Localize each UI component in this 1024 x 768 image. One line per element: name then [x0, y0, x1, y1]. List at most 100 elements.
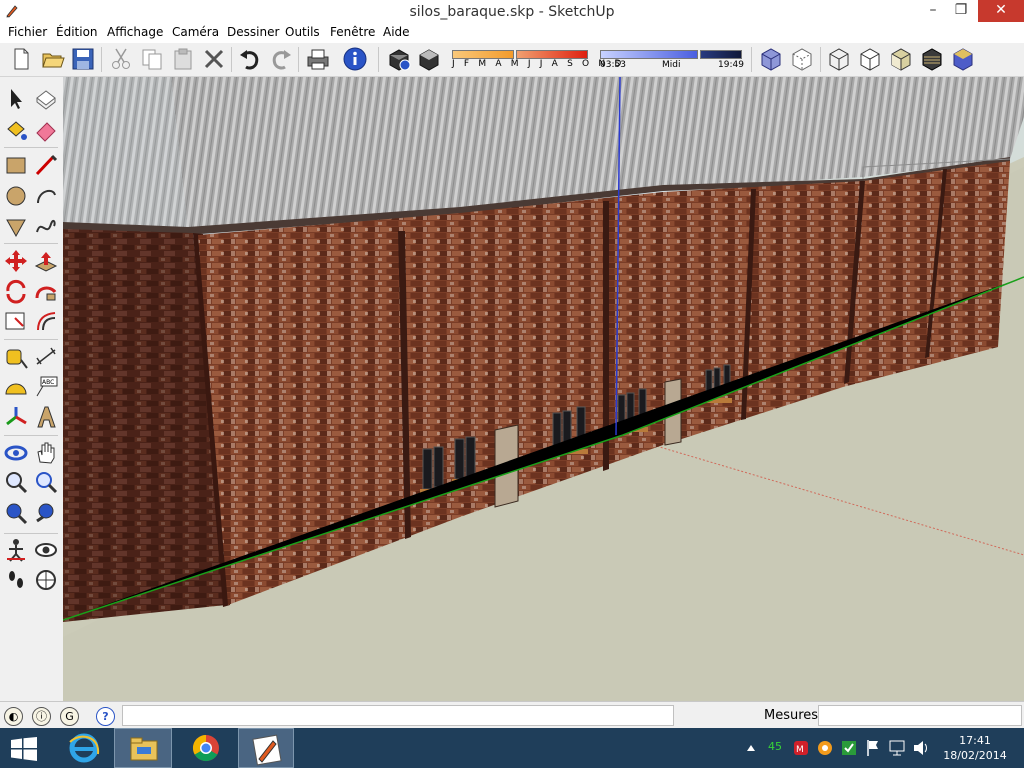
toolbar-separator	[298, 47, 299, 72]
roof-left-slope	[63, 77, 188, 232]
time-slider[interactable]	[600, 50, 698, 59]
shaded-icon[interactable]	[888, 46, 914, 72]
xray-icon[interactable]	[758, 46, 784, 72]
zoom-window-icon[interactable]	[33, 470, 59, 496]
menu-affichage[interactable]: Affichage	[107, 25, 163, 39]
shadow-toggle-icon[interactable]	[416, 46, 442, 72]
axes-icon[interactable]	[3, 404, 29, 430]
undo-icon[interactable]	[237, 46, 263, 72]
menu-fenetre[interactable]: Fenêtre	[330, 25, 375, 39]
menu-edition[interactable]: Édition	[56, 25, 98, 39]
3d-text-icon[interactable]	[33, 404, 59, 430]
action-center-flag-icon[interactable]	[864, 728, 882, 768]
toolbar-separator	[101, 47, 102, 72]
erase-icon[interactable]	[201, 46, 227, 72]
make-component-icon[interactable]	[33, 86, 59, 112]
redo-icon[interactable]	[268, 46, 294, 72]
measurements-input[interactable]	[818, 705, 1022, 726]
update-icon[interactable]	[816, 728, 834, 768]
shadow-settings-icon[interactable]	[386, 46, 412, 72]
sketchup-icon[interactable]	[238, 728, 294, 768]
svg-text:ABC: ABC	[42, 379, 54, 386]
show-hidden-icons[interactable]	[744, 728, 758, 768]
minimize-button[interactable]: –	[918, 0, 948, 22]
volume-icon[interactable]	[912, 728, 930, 768]
offset-icon[interactable]	[33, 308, 59, 334]
circle-icon[interactable]	[3, 183, 29, 209]
windows-start-icon[interactable]	[10, 737, 38, 761]
move-icon[interactable]	[3, 248, 29, 274]
look-around-icon[interactable]	[33, 537, 59, 563]
time-slider-track[interactable]	[700, 50, 742, 59]
section-plane-icon[interactable]	[33, 567, 59, 593]
orbit-icon[interactable]	[3, 440, 29, 466]
polygon-icon[interactable]	[3, 214, 29, 240]
arc-icon[interactable]	[33, 183, 59, 209]
tape-measure-icon[interactable]	[3, 344, 29, 370]
save-icon[interactable]	[70, 46, 96, 72]
network-icon[interactable]	[888, 728, 906, 768]
tray-counter[interactable]: 45	[768, 740, 782, 753]
print-icon[interactable]	[305, 46, 331, 72]
time-end-label: 19:49	[718, 60, 744, 70]
month-slider[interactable]	[452, 50, 514, 59]
follow-me-icon[interactable]	[33, 278, 59, 304]
paste-icon[interactable]	[170, 46, 196, 72]
menu-dessiner[interactable]: Dessiner	[227, 25, 279, 39]
user-account-icon[interactable]: G	[60, 707, 79, 726]
menu-camera[interactable]: Caméra	[172, 25, 219, 39]
monochrome-icon[interactable]	[950, 46, 976, 72]
hidden-line-icon[interactable]	[857, 46, 883, 72]
push-pull-icon[interactable]	[33, 248, 59, 274]
open-icon[interactable]	[40, 46, 66, 72]
rectangle-icon[interactable]	[3, 152, 29, 178]
model-info-icon[interactable]	[342, 46, 368, 72]
scale-icon[interactable]	[3, 308, 29, 334]
toolbar-separator	[751, 47, 752, 72]
geo-location-icon[interactable]: ◐	[4, 707, 23, 726]
month-slider-track[interactable]	[516, 50, 588, 59]
pan-icon[interactable]	[33, 440, 59, 466]
text-icon[interactable]: ABC	[33, 374, 59, 400]
antivirus-icon[interactable]: M	[792, 728, 810, 768]
close-button[interactable]: ✕	[978, 0, 1024, 22]
help-icon[interactable]: ?	[96, 707, 115, 726]
checkmark-icon[interactable]	[840, 728, 858, 768]
new-icon[interactable]	[8, 46, 34, 72]
zoom-icon[interactable]	[3, 470, 29, 496]
copy-icon[interactable]	[139, 46, 165, 72]
eraser-icon[interactable]	[33, 117, 59, 143]
zoom-extents-icon[interactable]	[3, 501, 29, 527]
maximize-button[interactable]: ❐	[946, 0, 976, 22]
protractor-icon[interactable]	[3, 374, 29, 400]
system-clock[interactable]: 17:41 18/02/2014	[940, 733, 1010, 763]
windows-taskbar: 45 M 17:41 18/02/2014	[0, 728, 1024, 768]
palette-separator	[4, 533, 58, 534]
back-edges-icon[interactable]	[789, 46, 815, 72]
position-camera-icon[interactable]	[3, 537, 29, 563]
shaded-textures-icon[interactable]	[919, 46, 945, 72]
menu-aide[interactable]: Aide	[383, 25, 410, 39]
model-viewport[interactable]	[63, 77, 1024, 701]
cut-icon[interactable]	[108, 46, 134, 72]
tool-palette: ABC	[0, 77, 64, 701]
walk-icon[interactable]	[3, 567, 29, 593]
rotate-icon[interactable]	[3, 278, 29, 304]
palette-separator	[4, 243, 58, 244]
paint-bucket-icon[interactable]	[3, 117, 29, 143]
dimension-icon[interactable]	[33, 344, 59, 370]
line-icon[interactable]	[33, 152, 59, 178]
select-icon[interactable]	[3, 86, 29, 112]
credits-icon[interactable]: ⓘ	[32, 707, 51, 726]
clock-time: 17:41	[959, 734, 991, 747]
freehand-icon[interactable]	[33, 214, 59, 240]
wireframe-icon[interactable]	[826, 46, 852, 72]
chrome-icon[interactable]	[178, 728, 234, 768]
menu-fichier[interactable]: Fichier	[8, 25, 47, 39]
previous-view-icon[interactable]	[33, 501, 59, 527]
scene-canvas[interactable]	[63, 77, 1024, 701]
ie-icon[interactable]	[56, 728, 112, 768]
menu-outils[interactable]: Outils	[285, 25, 320, 39]
file-explorer-icon[interactable]	[114, 728, 172, 768]
status-bar: ◐ ⓘ G ? Mesures	[0, 701, 1024, 729]
